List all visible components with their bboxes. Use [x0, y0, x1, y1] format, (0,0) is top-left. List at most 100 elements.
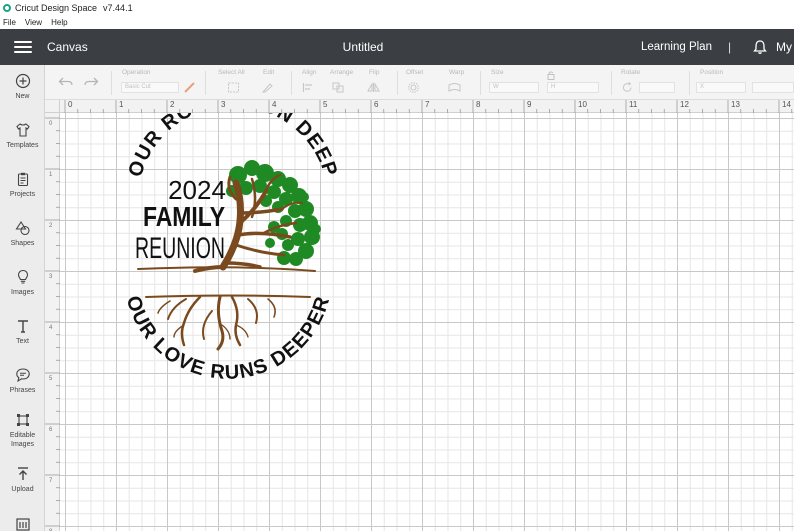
sidebar-item-label: Shapes: [10, 240, 35, 247]
ruler-horizontal-label: 3: [221, 100, 226, 109]
position-label: Position: [700, 69, 724, 76]
sidebar-item-new[interactable]: New: [0, 73, 45, 101]
document-title[interactable]: Untitled: [0, 40, 726, 54]
sidebar-item-templates[interactable]: Templates: [0, 122, 45, 150]
ruler-corner: [45, 100, 60, 113]
menu-help[interactable]: Help: [51, 18, 67, 27]
align-label: Align: [302, 69, 317, 76]
sidebar-item-label: Images: [11, 289, 34, 296]
select-all-icon[interactable]: [227, 82, 240, 93]
warp-icon[interactable]: [448, 82, 461, 93]
ruler-horizontal[interactable]: 0 1 2 3 4 5 6 7 8 9 10 11 12 13 14: [60, 100, 794, 113]
menu-bar: File View Help: [0, 16, 794, 29]
ruler-horizontal-label: 10: [578, 100, 587, 109]
ruler-vertical-label: 2: [49, 223, 53, 229]
shapes-icon: [14, 220, 30, 236]
height-prefix: H: [551, 84, 556, 90]
lightbulb-icon: [17, 269, 28, 284]
operation-label: Operation: [122, 69, 151, 76]
ruler-vertical[interactable]: 012345678: [45, 113, 60, 531]
sidebar-item-text[interactable]: Text: [0, 318, 45, 346]
offset-icon[interactable]: [407, 82, 420, 93]
ruler-vertical-label: 3: [49, 274, 53, 280]
arrange-icon[interactable]: [332, 82, 345, 93]
family-reunion-design[interactable]: OUR ROOTS RUN DEEP: [60, 113, 360, 393]
toolbar-divider: [397, 71, 398, 95]
operation-select[interactable]: Basic Cut: [121, 82, 179, 93]
toolbar-divider: [611, 71, 612, 95]
ruler-vertical-label: 7: [49, 478, 53, 484]
toolbar-divider: [205, 71, 206, 95]
sidebar-item-upload[interactable]: Upload: [0, 466, 45, 494]
header-separator: |: [728, 40, 732, 54]
height-input[interactable]: H: [547, 82, 599, 93]
ruler-vertical-label: 0: [49, 121, 53, 127]
arc-bottom-text: OUR LOVE RUNS DEEPER: [122, 293, 335, 384]
lock-icon[interactable]: [546, 70, 556, 80]
toolbar-divider: [111, 71, 112, 95]
sidebar-item-editable-images[interactable]: Editable Images: [0, 412, 45, 449]
ground-line: [137, 266, 316, 272]
rotate-label: Rotate: [621, 69, 641, 76]
position-y-input[interactable]: [752, 82, 794, 93]
redo-icon[interactable]: [83, 76, 99, 88]
arrange-label: Arrange: [330, 69, 354, 76]
app-window: Cricut Design Space v7.44.1 File View He…: [0, 0, 794, 531]
sidebar-item-label: Editable Images: [9, 432, 36, 448]
ruler-horizontal-label: 14: [782, 100, 791, 109]
sidebar-item-projects[interactable]: Projects: [0, 171, 45, 199]
upload-icon: [17, 467, 28, 480]
select-all-label: Select All: [218, 69, 245, 76]
sidebar-item-label: Templates: [6, 142, 39, 149]
rotate-input[interactable]: [639, 82, 675, 93]
ruler-horizontal-label: 7: [425, 100, 430, 109]
learning-plan-link[interactable]: Learning Plan: [641, 41, 712, 53]
clipboard-icon: [17, 172, 28, 187]
editable-image-icon: [16, 414, 29, 426]
menu-file[interactable]: File: [3, 18, 16, 27]
family-text: FAMILY: [143, 201, 225, 232]
monogram-icon: [15, 518, 30, 531]
flip-icon[interactable]: [367, 82, 380, 93]
operation-value: Basic Cut: [125, 84, 151, 90]
ruler-horizontal-label: 5: [323, 100, 328, 109]
sidebar-item-shapes[interactable]: Shapes: [0, 220, 45, 248]
edit-toolbar: Operation Basic Cut Select All Edit Alig…: [45, 65, 794, 100]
reunion-text: REUNION: [135, 232, 225, 265]
window-version: v7.44.1: [103, 3, 133, 13]
position-x-input[interactable]: X: [696, 82, 746, 93]
undo-icon[interactable]: [58, 76, 74, 88]
position-x-prefix: X: [700, 84, 705, 90]
ruler-vertical-label: 1: [49, 172, 53, 178]
bell-icon[interactable]: [752, 39, 768, 55]
warp-label: Warp: [449, 69, 465, 76]
text-icon: [17, 320, 28, 333]
menu-view[interactable]: View: [25, 18, 42, 27]
ruler-horizontal-label: 9: [527, 100, 532, 109]
sidebar-item-label: New: [15, 93, 30, 100]
sidebar-item-more[interactable]: [0, 515, 45, 531]
account-menu[interactable]: My: [776, 40, 792, 54]
ruler-vertical-label: 6: [49, 427, 53, 433]
edit-label: Edit: [263, 69, 275, 76]
align-icon[interactable]: [302, 82, 315, 93]
ruler-vertical-label: 4: [49, 325, 53, 331]
offset-label: Offset: [406, 69, 424, 76]
window-titlebar: Cricut Design Space v7.44.1: [0, 0, 794, 16]
width-input[interactable]: W: [489, 82, 539, 93]
edit-pencil-icon[interactable]: [261, 82, 274, 93]
ruler-horizontal-label: 8: [476, 100, 481, 109]
cricut-logo-icon: [3, 4, 11, 12]
shirt-icon: [15, 123, 30, 137]
rotate-icon[interactable]: [621, 82, 634, 93]
sidebar-item-label: Upload: [11, 486, 34, 493]
sidebar-item-phrases[interactable]: Phrases: [0, 367, 45, 395]
flip-label: Flip: [369, 69, 380, 76]
ruler-vertical-label: 5: [49, 376, 53, 382]
sidebar-item-label: Projects: [9, 191, 36, 198]
pen-color-icon[interactable]: [183, 80, 197, 94]
size-label: Size: [491, 69, 504, 76]
sidebar-item-images[interactable]: Images: [0, 269, 45, 297]
ruler-vertical-ticks: [45, 117, 60, 527]
tool-sidebar: New Templates Projects Shapes Images Tex…: [0, 65, 45, 531]
